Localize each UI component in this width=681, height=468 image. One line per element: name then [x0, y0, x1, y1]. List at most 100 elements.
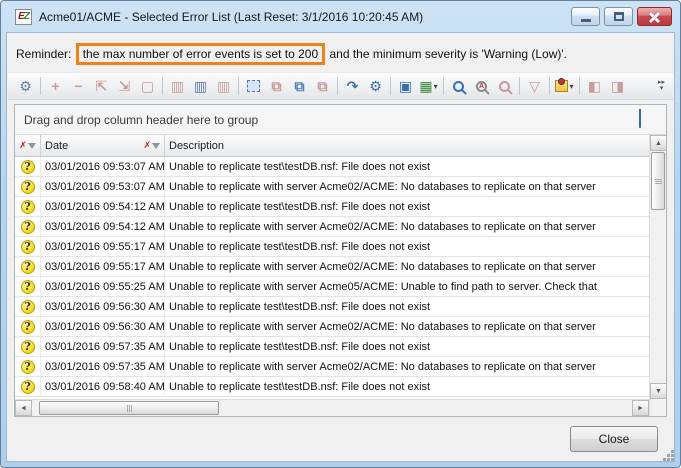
- table-row[interactable]: ?03/01/2016 09:56:30 AMUnable to replica…: [15, 317, 649, 337]
- column-fixed-button[interactable]: ▥: [212, 75, 235, 97]
- description-cell: Unable to replicate test\testDB.nsf: Fil…: [165, 237, 649, 256]
- scrollbar-corner: [650, 399, 666, 416]
- record-prev-icon: ◧: [588, 79, 601, 93]
- error-grid: Drag and drop column header here to grou…: [14, 104, 667, 417]
- vertical-scroll-track[interactable]: [650, 211, 666, 383]
- remove-row-button[interactable]: −: [67, 75, 90, 97]
- auto-process-button[interactable]: ⚙: [364, 75, 387, 97]
- maximize-button[interactable]: [604, 7, 633, 26]
- vertical-scroll-thumb[interactable]: [651, 152, 665, 210]
- grid-main: ✗ Date ✗ Description ?03/01/2016 09:53:0…: [15, 135, 666, 416]
- copy-with-headers-button[interactable]: ⧉: [288, 75, 311, 97]
- zoom-fit-button[interactable]: [447, 75, 470, 97]
- warning-question-icon: ?: [21, 180, 35, 194]
- header-severity-column[interactable]: ✗: [15, 135, 41, 156]
- filter-x-glyph: ✗: [143, 141, 151, 150]
- table-row[interactable]: ?03/01/2016 09:56:30 AMUnable to replica…: [15, 297, 649, 317]
- scroll-down-button[interactable]: ▼: [650, 383, 667, 399]
- select-cells-button[interactable]: ▢: [136, 75, 159, 97]
- warning-question-icon: ?: [21, 280, 35, 294]
- annotations-button[interactable]: ▾: [553, 75, 576, 97]
- group-by-panel[interactable]: Drag and drop column header here to grou…: [15, 105, 666, 135]
- scroll-left-button[interactable]: ◄: [15, 400, 32, 416]
- minimize-button[interactable]: [571, 7, 600, 26]
- annotations-dropdown-icon[interactable]: ▾: [569, 82, 573, 91]
- zoom-find-button[interactable]: A: [470, 75, 493, 97]
- copy-icon: ⧉: [272, 79, 282, 93]
- warning-question-icon: ?: [21, 340, 35, 354]
- filter-button[interactable]: ▽: [523, 75, 546, 97]
- column-chooser-button[interactable]: ▦▾: [417, 75, 440, 97]
- column-best-fit-button[interactable]: ▥: [189, 75, 212, 97]
- app-icon: EZ: [15, 9, 32, 25]
- remove-row-icon: −: [74, 79, 82, 93]
- expand-groups-icon: ⇱: [96, 79, 108, 93]
- filter-icon[interactable]: ✗: [143, 141, 160, 150]
- column-split-button[interactable]: ▥: [166, 75, 189, 97]
- severity-cell: ?: [15, 337, 41, 356]
- add-row-button[interactable]: +: [44, 75, 67, 97]
- export-button[interactable]: ↷: [341, 75, 364, 97]
- grid-toolbar: ⚙+−⇱⇲▢▥▥▥⧉⧉⧉↷⚙▣▦▾A▽▾◧◨▸▸▾: [8, 72, 673, 100]
- copy-options-button[interactable]: ⧉: [311, 75, 334, 97]
- collapse-groups-button[interactable]: ⇲: [113, 75, 136, 97]
- toolbar-separator: [443, 77, 444, 95]
- warning-question-icon: ?: [21, 220, 35, 234]
- scroll-right-button[interactable]: ►: [632, 400, 649, 416]
- record-prev-button[interactable]: ◧: [583, 75, 606, 97]
- table-row[interactable]: ?03/01/2016 09:57:35 AMUnable to replica…: [15, 337, 649, 357]
- table-row[interactable]: ?03/01/2016 09:54:12 AMUnable to replica…: [15, 197, 649, 217]
- vertical-scrollbar[interactable]: ▲ ▼: [649, 135, 666, 416]
- view-settings-button[interactable]: ⚙: [14, 75, 37, 97]
- toolbar-separator: [162, 77, 163, 95]
- date-cell: 03/01/2016 09:53:07 AM: [41, 157, 165, 176]
- warning-question-icon: ?: [21, 160, 35, 174]
- toolbar-overflow-button[interactable]: ▸▸▾: [654, 75, 669, 97]
- export-icon: ↷: [347, 79, 359, 93]
- horizontal-scrollbar[interactable]: ◄ ►: [15, 399, 649, 416]
- severity-cell: ?: [15, 177, 41, 196]
- reminder-highlighted-text: the max number of error events is set to…: [76, 43, 325, 65]
- toolbar-separator: [337, 77, 338, 95]
- horizontal-scroll-thumb[interactable]: [39, 401, 219, 415]
- table-row[interactable]: ?03/01/2016 09:55:17 AMUnable to replica…: [15, 257, 649, 277]
- date-cell: 03/01/2016 09:55:25 AM: [41, 277, 165, 296]
- close-button[interactable]: Close: [570, 426, 658, 452]
- zoom-button[interactable]: [493, 75, 516, 97]
- table-row[interactable]: ?03/01/2016 09:54:12 AMUnable to replica…: [15, 217, 649, 237]
- title-bar[interactable]: EZ Acme01/ACME - Selected Error List (La…: [1, 1, 680, 32]
- delete-events-button[interactable]: [641, 110, 657, 129]
- toolbar-separator: [40, 77, 41, 95]
- severity-cell: ?: [15, 237, 41, 256]
- table-row[interactable]: ?03/01/2016 09:55:17 AMUnable to replica…: [15, 237, 649, 257]
- record-next-button[interactable]: ◨: [606, 75, 629, 97]
- severity-cell: ?: [15, 317, 41, 336]
- severity-cell: ?: [15, 297, 41, 316]
- date-cell: 03/01/2016 09:56:30 AM: [41, 317, 165, 336]
- header-date-label: Date: [45, 140, 143, 152]
- copy-button[interactable]: ⧉: [265, 75, 288, 97]
- expand-groups-button[interactable]: ⇱: [90, 75, 113, 97]
- date-cell: 03/01/2016 09:57:35 AM: [41, 337, 165, 356]
- add-row-icon: +: [51, 79, 59, 93]
- table-row[interactable]: ?03/01/2016 09:58:40 AMUnable to replica…: [15, 377, 649, 397]
- table-row[interactable]: ?03/01/2016 09:55:25 AMUnable to replica…: [15, 277, 649, 297]
- table-row[interactable]: ?03/01/2016 09:57:35 AMUnable to replica…: [15, 357, 649, 377]
- header-date-column[interactable]: Date ✗: [41, 135, 165, 156]
- popup-view-button[interactable]: ▣: [394, 75, 417, 97]
- column-chooser-dropdown-icon[interactable]: ▾: [434, 82, 438, 91]
- date-cell: 03/01/2016 09:55:17 AM: [41, 257, 165, 276]
- table-row[interactable]: ?03/01/2016 09:53:07 AMUnable to replica…: [15, 177, 649, 197]
- window-title: Acme01/ACME - Selected Error List (Last …: [39, 10, 423, 24]
- close-window-button[interactable]: [637, 7, 672, 26]
- zoom-find-icon: A: [476, 81, 487, 92]
- resize-grip[interactable]: [671, 458, 674, 461]
- scroll-up-button[interactable]: ▲: [650, 135, 667, 151]
- marquee-select-button[interactable]: [242, 75, 265, 97]
- view-settings-icon: ⚙: [19, 79, 32, 93]
- table-row[interactable]: ?03/01/2016 09:53:07 AMUnable to replica…: [15, 157, 649, 177]
- severity-cell: ?: [15, 377, 41, 396]
- severity-cell: ?: [15, 357, 41, 376]
- filter-icon[interactable]: ✗: [19, 141, 36, 150]
- header-description-column[interactable]: Description: [165, 135, 649, 156]
